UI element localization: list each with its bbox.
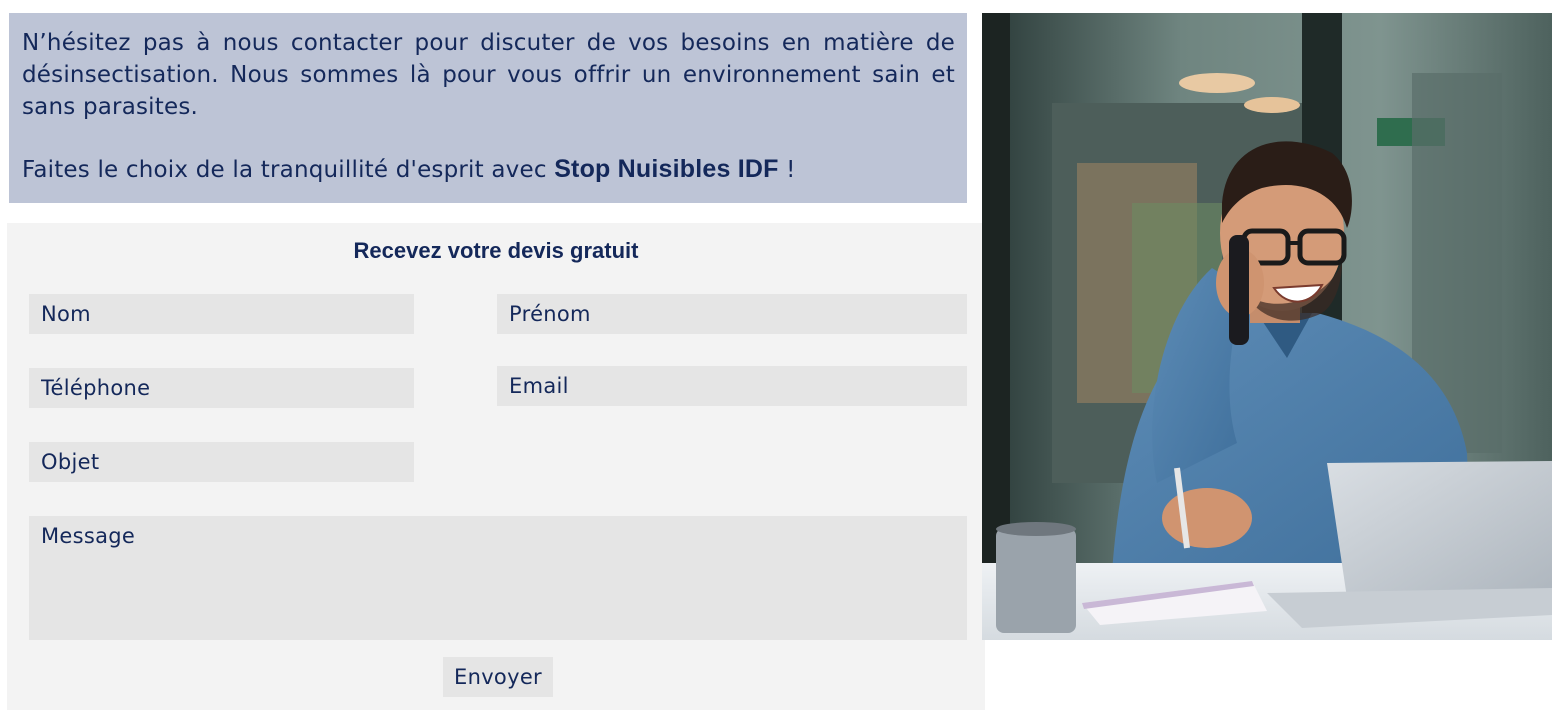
intro-tagline: Faites le choix de la tranquillité d'esp… xyxy=(22,153,955,186)
contact-photo xyxy=(982,13,1552,640)
quote-form: Recevez votre devis gratuit Envoyer xyxy=(7,223,985,710)
intro-paragraph: N’hésitez pas à nous contacter pour disc… xyxy=(22,30,955,120)
tagline-prefix: Faites le choix de la tranquillité d'esp… xyxy=(22,157,555,183)
prenom-input[interactable] xyxy=(497,294,967,334)
nom-input[interactable] xyxy=(29,294,414,334)
email-input[interactable] xyxy=(497,366,967,406)
intro-banner: N’hésitez pas à nous contacter pour disc… xyxy=(9,13,967,203)
send-button[interactable]: Envoyer xyxy=(443,657,553,697)
photo-illustration xyxy=(982,13,1552,640)
tagline-suffix: ! xyxy=(778,157,796,183)
phone-icon xyxy=(1229,235,1249,345)
mug-icon xyxy=(996,522,1076,633)
objet-input[interactable] xyxy=(29,442,414,482)
form-title: Recevez votre devis gratuit xyxy=(353,238,639,263)
telephone-input[interactable] xyxy=(29,368,414,408)
brand-name: Stop Nuisibles IDF xyxy=(554,155,779,183)
message-textarea[interactable] xyxy=(29,516,967,640)
